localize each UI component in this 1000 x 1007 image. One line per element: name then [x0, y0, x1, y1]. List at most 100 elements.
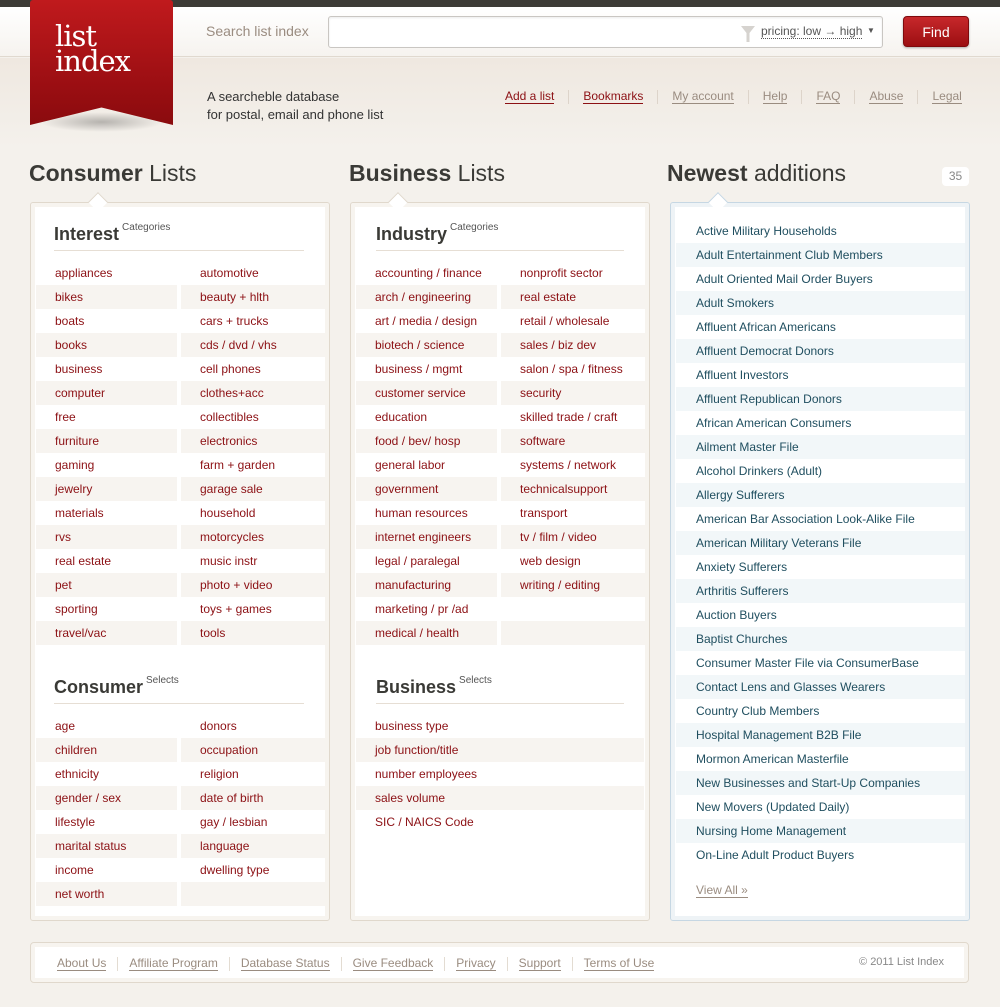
- category-link-marital-status[interactable]: marital status: [36, 834, 177, 858]
- nav-link-add-a-list[interactable]: Add a list: [505, 89, 555, 104]
- newest-list-item[interactable]: Ailment Master File: [676, 435, 965, 459]
- newest-list-item[interactable]: Alcohol Drinkers (Adult): [676, 459, 965, 483]
- category-link-furniture[interactable]: furniture: [36, 429, 177, 453]
- category-link-business-type[interactable]: business type: [356, 714, 644, 738]
- newest-list-item[interactable]: Country Club Members: [676, 699, 965, 723]
- category-link-number-employees[interactable]: number employees: [356, 762, 644, 786]
- footer-link-about-us[interactable]: About Us: [57, 957, 107, 971]
- chevron-down-icon[interactable]: ▼: [867, 26, 875, 35]
- category-link-human-resources[interactable]: human resources: [356, 501, 497, 525]
- newest-list-item[interactable]: Affluent Democrat Donors: [676, 339, 965, 363]
- nav-link-faq[interactable]: FAQ: [816, 89, 841, 104]
- category-link-salon-spa-fitness[interactable]: salon / spa / fitness: [501, 357, 645, 381]
- category-link-net-worth[interactable]: net worth: [36, 882, 177, 906]
- newest-list-item[interactable]: New Movers (Updated Daily): [676, 795, 965, 819]
- pricing-sort-dropdown[interactable]: pricing: low → high: [761, 24, 863, 39]
- category-link-customer-service[interactable]: customer service: [356, 381, 497, 405]
- nav-link-help[interactable]: Help: [762, 89, 788, 104]
- category-link-age[interactable]: age: [36, 714, 177, 738]
- newest-list-item[interactable]: On-Line Adult Product Buyers: [676, 843, 965, 867]
- newest-list-item[interactable]: Nursing Home Management: [676, 819, 965, 843]
- nav-link-bookmarks[interactable]: Bookmarks: [583, 89, 644, 104]
- newest-list-item[interactable]: Active Military Households: [676, 219, 965, 243]
- category-link-rvs[interactable]: rvs: [36, 525, 177, 549]
- nav-link-my-account[interactable]: My account: [672, 89, 734, 104]
- category-link-travel-vac[interactable]: travel/vac: [36, 621, 177, 645]
- category-link-automotive[interactable]: automotive: [181, 261, 325, 285]
- category-link-motorcycles[interactable]: motorcycles: [181, 525, 325, 549]
- category-link-medical-health[interactable]: medical / health: [356, 621, 497, 645]
- category-link-web-design[interactable]: web design: [501, 549, 645, 573]
- category-link-education[interactable]: education: [356, 405, 497, 429]
- newest-list-item[interactable]: Affluent Investors: [676, 363, 965, 387]
- category-link-photo-video[interactable]: photo + video: [181, 573, 325, 597]
- newest-list-item[interactable]: Adult Smokers: [676, 291, 965, 315]
- category-link-ethnicity[interactable]: ethnicity: [36, 762, 177, 786]
- category-link-sporting[interactable]: sporting: [36, 597, 177, 621]
- logo[interactable]: list index: [30, 0, 173, 125]
- newest-list-item[interactable]: Consumer Master File via ConsumerBase: [676, 651, 965, 675]
- category-link-art-media-design[interactable]: art / media / design: [356, 309, 497, 333]
- category-link-skilled-trade-craft[interactable]: skilled trade / craft: [501, 405, 645, 429]
- footer-link-give-feedback[interactable]: Give Feedback: [352, 957, 434, 971]
- newest-list-item[interactable]: Adult Entertainment Club Members: [676, 243, 965, 267]
- category-link-transport[interactable]: transport: [501, 501, 645, 525]
- nav-link-legal[interactable]: Legal: [932, 89, 962, 104]
- category-link-gay-lesbian[interactable]: gay / lesbian: [181, 810, 325, 834]
- category-link-real-estate[interactable]: real estate: [36, 549, 177, 573]
- newest-list-item[interactable]: Arthritis Sufferers: [676, 579, 965, 603]
- category-link-children[interactable]: children: [36, 738, 177, 762]
- category-link-real-estate[interactable]: real estate: [501, 285, 645, 309]
- category-link-sales-biz-dev[interactable]: sales / biz dev: [501, 333, 645, 357]
- newest-list-item[interactable]: Affluent Republican Donors: [676, 387, 965, 411]
- newest-list-item[interactable]: American Military Veterans File: [676, 531, 965, 555]
- category-link-arch-engineering[interactable]: arch / engineering: [356, 285, 497, 309]
- category-link-business-mgmt[interactable]: business / mgmt: [356, 357, 497, 381]
- view-all-link[interactable]: View All »: [696, 883, 748, 898]
- category-link-job-function-title[interactable]: job function/title: [356, 738, 644, 762]
- category-link-appliances[interactable]: appliances: [36, 261, 177, 285]
- newest-list-item[interactable]: Anxiety Sufferers: [676, 555, 965, 579]
- category-link-technicalsupport[interactable]: technicalsupport: [501, 477, 645, 501]
- category-link-materials[interactable]: materials: [36, 501, 177, 525]
- footer-link-affiliate-program[interactable]: Affiliate Program: [129, 957, 218, 971]
- newest-list-item[interactable]: Adult Oriented Mail Order Buyers: [676, 267, 965, 291]
- category-link-clothes-acc[interactable]: clothes+acc: [181, 381, 325, 405]
- search-input[interactable]: [333, 21, 733, 43]
- newest-list-item[interactable]: American Bar Association Look-Alike File: [676, 507, 965, 531]
- newest-list-item[interactable]: Auction Buyers: [676, 603, 965, 627]
- category-link-retail-wholesale[interactable]: retail / wholesale: [501, 309, 645, 333]
- category-link-cell-phones[interactable]: cell phones: [181, 357, 325, 381]
- newest-list-item[interactable]: Affluent African Americans: [676, 315, 965, 339]
- category-link-books[interactable]: books: [36, 333, 177, 357]
- category-link-food-bev-hosp[interactable]: food / bev/ hosp: [356, 429, 497, 453]
- category-link-boats[interactable]: boats: [36, 309, 177, 333]
- category-link-jewelry[interactable]: jewelry: [36, 477, 177, 501]
- category-link-gender-sex[interactable]: gender / sex: [36, 786, 177, 810]
- category-link-bikes[interactable]: bikes: [36, 285, 177, 309]
- find-button[interactable]: Find: [903, 16, 969, 47]
- category-link-income[interactable]: income: [36, 858, 177, 882]
- footer-link-support[interactable]: Support: [518, 957, 561, 971]
- footer-link-terms-of-use[interactable]: Terms of Use: [583, 957, 655, 971]
- footer-link-database-status[interactable]: Database Status: [240, 957, 330, 971]
- category-link-dwelling-type[interactable]: dwelling type: [181, 858, 325, 882]
- category-link-systems-network[interactable]: systems / network: [501, 453, 645, 477]
- category-link-internet-engineers[interactable]: internet engineers: [356, 525, 497, 549]
- category-link-pet[interactable]: pet: [36, 573, 177, 597]
- newest-list-item[interactable]: Allergy Sufferers: [676, 483, 965, 507]
- newest-list-item[interactable]: New Businesses and Start-Up Companies: [676, 771, 965, 795]
- category-link-lifestyle[interactable]: lifestyle: [36, 810, 177, 834]
- category-link-legal-paralegal[interactable]: legal / paralegal: [356, 549, 497, 573]
- category-link-writing-editing[interactable]: writing / editing: [501, 573, 645, 597]
- category-link-language[interactable]: language: [181, 834, 325, 858]
- nav-link-abuse[interactable]: Abuse: [869, 89, 904, 104]
- category-link-gaming[interactable]: gaming: [36, 453, 177, 477]
- category-link-garage-sale[interactable]: garage sale: [181, 477, 325, 501]
- newest-list-item[interactable]: Mormon American Masterfile: [676, 747, 965, 771]
- category-link-biotech-science[interactable]: biotech / science: [356, 333, 497, 357]
- category-link-accounting-finance[interactable]: accounting / finance: [356, 261, 497, 285]
- category-link-government[interactable]: government: [356, 477, 497, 501]
- category-link-manufacturing[interactable]: manufacturing: [356, 573, 497, 597]
- category-link-computer[interactable]: computer: [36, 381, 177, 405]
